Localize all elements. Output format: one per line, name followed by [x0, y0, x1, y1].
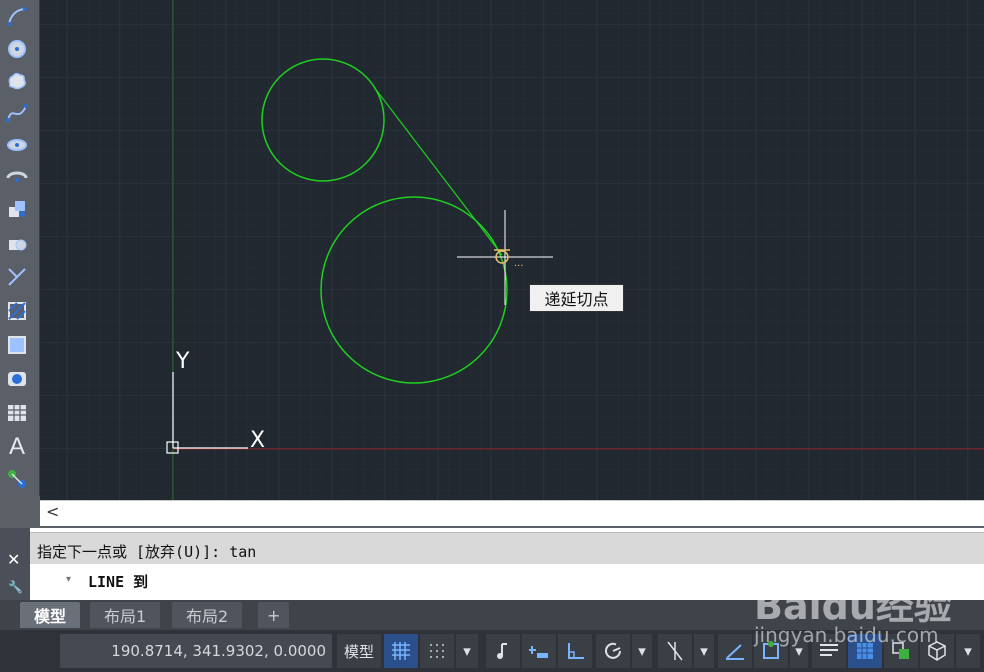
add-selected-icon[interactable] — [4, 466, 30, 492]
polar-dropdown-icon[interactable]: ▾ — [632, 634, 652, 668]
ellipse-arc-icon[interactable] — [4, 164, 30, 190]
grid — [40, 0, 984, 500]
point-icon[interactable] — [4, 264, 30, 290]
3d-snap-dropdown-icon[interactable]: ▾ — [956, 634, 980, 668]
baidu-watermark: Baidu经验 jingyan.baidu.com — [754, 575, 952, 647]
command-prompt: LINE 到 — [88, 573, 149, 591]
spline-icon[interactable] — [4, 100, 30, 126]
command-history: 指定下一点或 [放弃(U)]: tan — [30, 532, 984, 564]
tab-model[interactable]: 模型 — [20, 602, 81, 628]
tab-layout1[interactable]: 布局1 — [90, 602, 161, 628]
tab-add[interactable]: + — [258, 602, 290, 628]
draw-toolbar: A — [0, 0, 40, 496]
dynamic-input-icon[interactable] — [522, 634, 556, 668]
watermark-site: jingyan.baidu.com — [754, 623, 939, 647]
insert-block-icon[interactable] — [4, 196, 30, 222]
snap-mode-icon[interactable] — [420, 634, 454, 668]
multiline-text-icon[interactable]: A — [4, 433, 30, 460]
ortho-mode-icon[interactable] — [558, 634, 592, 668]
revision-cloud-icon[interactable] — [4, 68, 30, 94]
command-dropdown-icon[interactable]: ▾ — [66, 574, 71, 585]
create-block-icon[interactable] — [4, 230, 30, 256]
hatch-icon[interactable] — [4, 298, 30, 324]
tab-layout2[interactable]: 布局2 — [172, 602, 243, 628]
isodraft-icon[interactable] — [658, 634, 692, 668]
drawing-area: ... Y X — [40, 0, 984, 500]
wrench-icon[interactable]: 🔧 — [8, 580, 23, 594]
scroll-left-icon[interactable]: < — [46, 502, 59, 521]
table-icon[interactable] — [4, 400, 30, 426]
gradient-icon[interactable] — [4, 332, 30, 358]
object-snap-tracking-icon[interactable] — [718, 634, 752, 668]
circle-icon[interactable] — [4, 36, 30, 62]
coordinate-readout[interactable]: 190.8714, 341.9302, 0.0000 — [60, 634, 332, 668]
polar-tracking-icon[interactable] — [596, 634, 630, 668]
horizontal-scrollbar[interactable]: < — [40, 500, 984, 526]
command-history-text: 指定下一点或 [放弃(U)]: tan — [37, 543, 257, 561]
infer-constraints-icon[interactable] — [486, 634, 520, 668]
arc-icon[interactable] — [4, 4, 30, 30]
ellipse-icon[interactable] — [4, 132, 30, 158]
close-icon[interactable]: ✕ — [7, 550, 20, 569]
region-icon[interactable] — [4, 366, 30, 392]
command-panel-sidebar: ✕ 🔧 — [0, 528, 30, 600]
model-space-button[interactable]: 模型 — [337, 634, 381, 668]
ucs-y-label: Y — [175, 349, 190, 374]
snap-dropdown-icon[interactable]: ▾ — [456, 634, 478, 668]
drawing-canvas[interactable]: ... Y X 递延切点 — [40, 0, 984, 500]
snap-tooltip: 递延切点 — [529, 284, 624, 312]
grid-display-icon[interactable] — [384, 634, 418, 668]
ucs-x-label: X — [250, 428, 265, 453]
watermark-brand: Baidu经验 — [754, 584, 952, 628]
snap-ellipsis: ... — [514, 258, 524, 269]
isodraft-dropdown-icon[interactable]: ▾ — [694, 634, 714, 668]
